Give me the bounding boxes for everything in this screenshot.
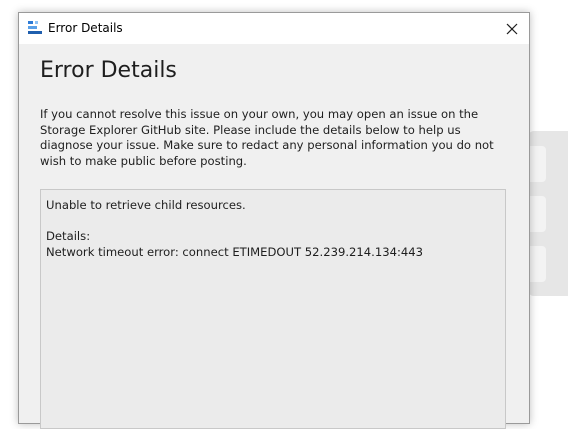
close-icon <box>506 23 518 35</box>
error-details-dialog: Error Details Error Details If you canno… <box>18 12 530 429</box>
background-list-item <box>528 196 546 232</box>
error-details-text[interactable]: Unable to retrieve child resources. Deta… <box>40 189 506 429</box>
title-bar[interactable]: Error Details <box>19 13 529 44</box>
background-list-item <box>528 246 546 282</box>
error-description: If you cannot resolve this issue on your… <box>40 107 494 168</box>
page-title: Error Details <box>40 58 177 83</box>
error-summary: Unable to retrieve child resources. <box>46 198 246 212</box>
error-message: Network timeout error: connect ETIMEDOUT… <box>46 244 424 259</box>
details-label: Details: <box>46 229 91 243</box>
close-button[interactable] <box>495 13 529 44</box>
background-list-item <box>528 146 546 182</box>
details-spacer <box>46 214 500 230</box>
window-title: Error Details <box>48 21 123 35</box>
storage-explorer-icon <box>27 20 43 36</box>
